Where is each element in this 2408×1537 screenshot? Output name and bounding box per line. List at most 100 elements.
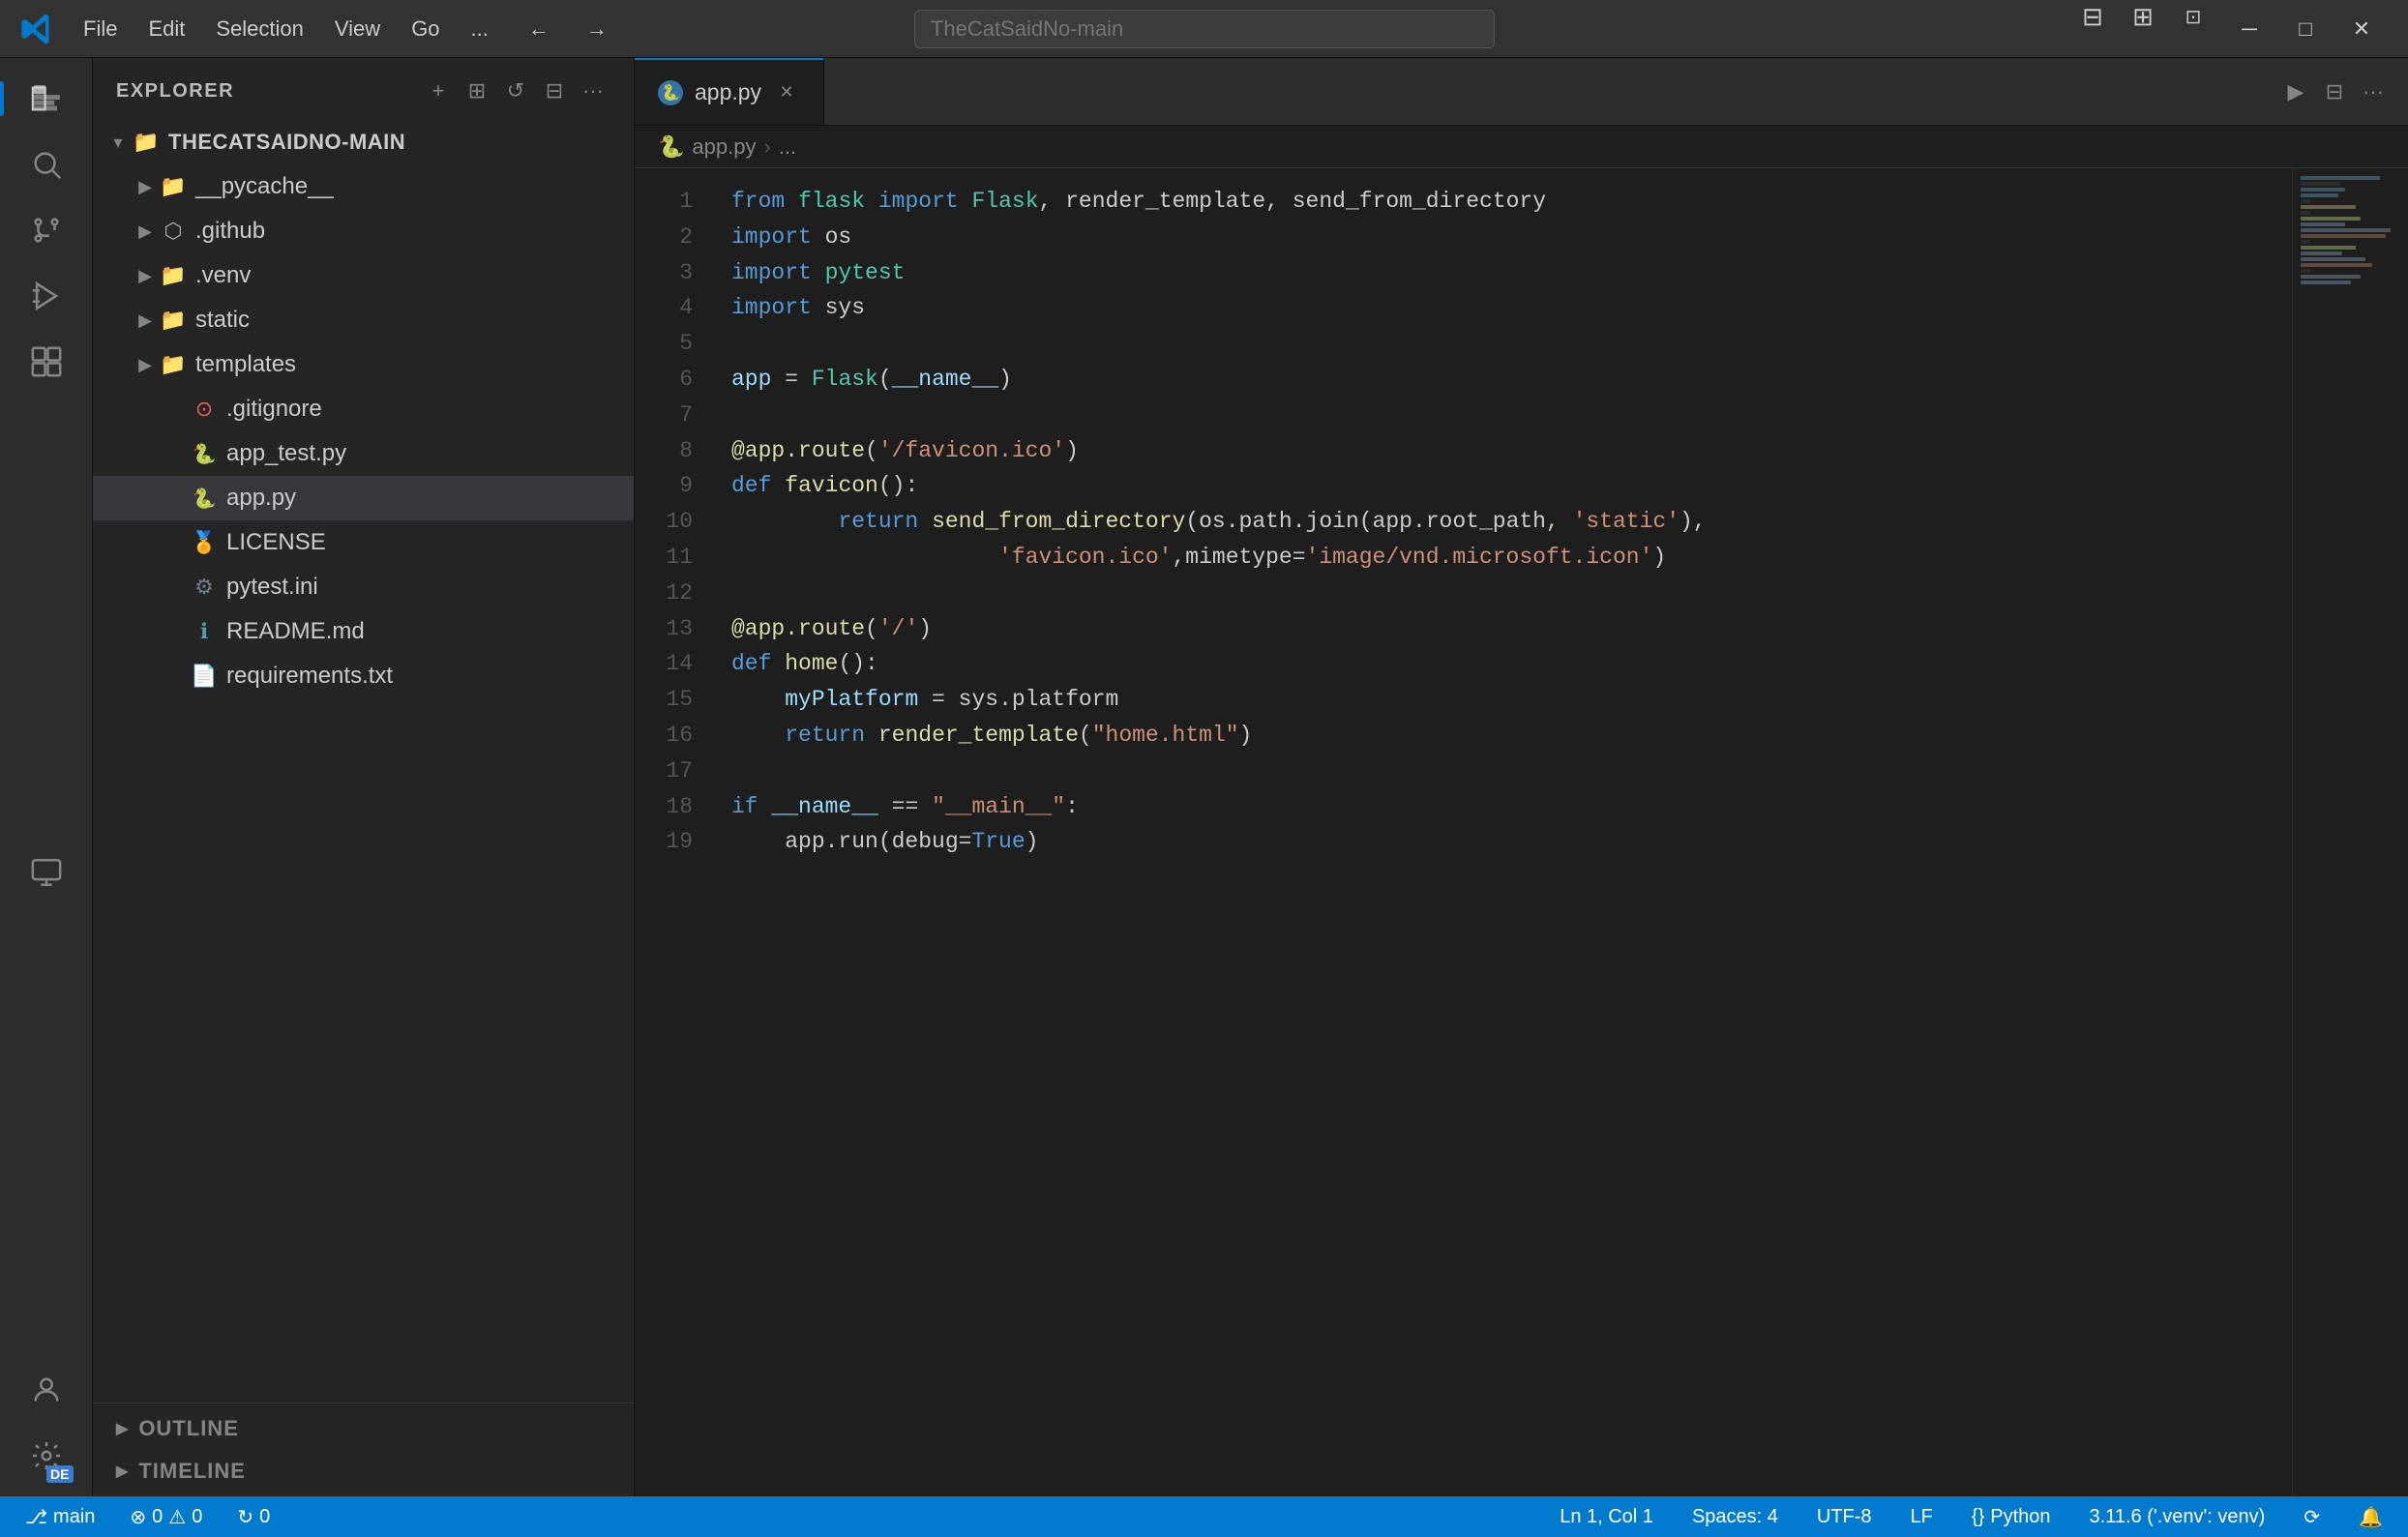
tree-item-pytest-ini[interactable]: ▶ ⚙ pytest.ini xyxy=(93,565,634,609)
language-status[interactable]: {} Python xyxy=(1962,1502,2061,1532)
settings-button[interactable]: DE xyxy=(15,1425,77,1487)
code-token: import xyxy=(731,290,812,326)
line-ending-text: LF xyxy=(1911,1506,1933,1528)
refresh-button[interactable]: ↺ xyxy=(498,74,533,108)
code-token xyxy=(758,789,772,825)
tab-label: app.py xyxy=(695,79,761,105)
tree-root-folder[interactable]: ▾ 📁 THECATSAIDNO-MAIN xyxy=(93,120,634,164)
file-tree: ▾ 📁 THECATSAIDNO-MAIN ▶ 📁 __pycache__ ▶ … xyxy=(93,116,634,1403)
outline-label: OUTLINE xyxy=(138,1416,239,1441)
layout-button[interactable]: ⊞ xyxy=(2122,0,2164,35)
code-editor[interactable]: 12345678910111213141516171819 from flask… xyxy=(635,168,2408,1496)
line-ending-status[interactable]: LF xyxy=(1901,1502,1943,1532)
chevron-right-icon: ▶ xyxy=(132,351,159,378)
menu-selection[interactable]: Selection xyxy=(202,13,317,45)
more-actions-button[interactable]: ··· xyxy=(576,74,610,108)
tree-item-pycache[interactable]: ▶ 📁 __pycache__ xyxy=(93,164,634,209)
breadcrumb-filename[interactable]: app.py xyxy=(692,134,756,160)
tab-app-py[interactable]: 🐍 app.py ✕ xyxy=(635,58,824,125)
search-input[interactable] xyxy=(914,10,1495,48)
tree-item-gitignore[interactable]: ▶ ⊙ .gitignore xyxy=(93,387,634,431)
editor-area: 🐍 app.py ✕ ▶ ⊟ ··· 🐍 app.py › ... 123456… xyxy=(635,58,2408,1496)
account-button[interactable] xyxy=(15,1359,77,1421)
timeline-panel[interactable]: ▶ TIMELINE xyxy=(93,1450,634,1493)
spaces-status[interactable]: Spaces: 4 xyxy=(1682,1502,1788,1532)
encoding-status[interactable]: UTF-8 xyxy=(1807,1502,1882,1532)
nav-back-button[interactable]: ← xyxy=(518,12,560,46)
tree-item-venv[interactable]: ▶ 📁 .venv xyxy=(93,253,634,298)
close-button[interactable]: ✕ xyxy=(2334,0,2389,58)
ini-file-icon: ⚙ xyxy=(190,573,219,602)
activity-explorer[interactable] xyxy=(15,68,77,130)
markdown-file-icon: ℹ xyxy=(190,617,219,646)
code-line xyxy=(731,326,2292,362)
menu-more[interactable]: ... xyxy=(458,13,502,45)
folder-icon: 📁 xyxy=(159,306,188,335)
sidebar: EXPLORER + ⊞ ↺ ⊟ ··· ▾ 📁 THECATSAIDNO-MA… xyxy=(93,58,635,1496)
code-token xyxy=(918,504,932,540)
tree-item-github[interactable]: ▶ ⬡ .github xyxy=(93,209,634,253)
run-button[interactable]: ▶ xyxy=(2276,73,2315,111)
collapse-all-button[interactable]: ⊟ xyxy=(537,74,572,108)
menu-view[interactable]: View xyxy=(321,13,394,45)
activity-remote[interactable] xyxy=(15,842,77,903)
chevron-right-icon: ▶ xyxy=(132,307,159,334)
activity-run-debug[interactable] xyxy=(15,265,77,327)
split-editor-button[interactable]: ⊟ xyxy=(2071,0,2114,35)
branch-icon: ⎇ xyxy=(25,1505,47,1529)
activity-search[interactable] xyxy=(15,133,77,195)
customize-layout-button[interactable]: ⊡ xyxy=(2172,0,2215,35)
code-token: ) xyxy=(1026,824,1039,860)
split-editor-button[interactable]: ⊟ xyxy=(2315,73,2354,111)
code-line xyxy=(731,398,2292,433)
nav-forward-button[interactable]: → xyxy=(576,12,618,46)
menu-file[interactable]: File xyxy=(70,13,131,45)
activity-source-control[interactable] xyxy=(15,199,77,261)
breadcrumb-rest[interactable]: ... xyxy=(779,134,796,160)
python-version-status[interactable]: 3.11.6 ('.venv': venv) xyxy=(2080,1502,2275,1532)
maximize-button[interactable]: □ xyxy=(2278,0,2333,58)
code-token: "__main__" xyxy=(932,789,1065,825)
sync-status[interactable]: ⟳ xyxy=(2294,1501,2330,1533)
code-token: '/favicon.ico' xyxy=(878,433,1065,469)
more-actions-tab-button[interactable]: ··· xyxy=(2354,73,2393,111)
remote-status[interactable]: ↻ 0 xyxy=(227,1501,280,1533)
code-token: render_template xyxy=(878,718,1079,754)
gitignore-file-icon: ⊙ xyxy=(190,395,219,424)
outline-panel[interactable]: ▶ OUTLINE xyxy=(93,1407,634,1450)
tree-item-templates[interactable]: ▶ 📁 templates xyxy=(93,342,634,387)
code-token: def xyxy=(731,646,771,682)
tree-item-license[interactable]: ▶ 🏅 LICENSE xyxy=(93,520,634,565)
tree-item-app[interactable]: ▶ 🐍 app.py xyxy=(93,476,634,520)
menu-edit[interactable]: Edit xyxy=(134,13,198,45)
command-search[interactable] xyxy=(914,10,1495,48)
main-layout: DE EXPLORER + ⊞ ↺ ⊟ ··· ▾ 📁 THECATSAIDNO… xyxy=(0,58,2408,1496)
tree-item-static[interactable]: ▶ 📁 static xyxy=(93,298,634,342)
notification-status[interactable]: 🔔 xyxy=(2349,1501,2393,1533)
tab-close-button[interactable]: ✕ xyxy=(773,79,800,106)
code-line: @app.route('/') xyxy=(731,611,2292,647)
minimap xyxy=(2292,168,2408,1496)
tree-item-readme[interactable]: ▶ ℹ README.md xyxy=(93,609,634,654)
errors-status[interactable]: ⊗ 0 ⚠ 0 xyxy=(120,1501,212,1533)
tree-item-requirements[interactable]: ▶ 📄 requirements.txt xyxy=(93,654,634,698)
new-folder-button[interactable]: ⊞ xyxy=(460,74,494,108)
activity-bar: DE xyxy=(0,58,93,1496)
code-line: return send_from_directory(os.path.join(… xyxy=(731,504,2292,540)
status-bar: ⎇ main ⊗ 0 ⚠ 0 ↻ 0 Ln 1, Col 1 Spaces: 4… xyxy=(0,1496,2408,1537)
minimize-button[interactable]: ─ xyxy=(2222,0,2276,58)
sync-icon: ⟳ xyxy=(2304,1505,2320,1529)
branch-status[interactable]: ⎇ main xyxy=(15,1501,104,1533)
activity-extensions[interactable] xyxy=(15,331,77,393)
code-content[interactable]: from flask import Flask, render_template… xyxy=(712,168,2292,1496)
code-line: if __name__ == "__main__": xyxy=(731,789,2292,825)
menu-go[interactable]: Go xyxy=(398,13,453,45)
tree-item-app-test[interactable]: ▶ 🐍 app_test.py xyxy=(93,431,634,476)
python-tab-icon: 🐍 xyxy=(658,80,683,105)
code-token: , render_template, send_from_directory xyxy=(1039,184,1547,220)
branch-name: main xyxy=(53,1506,95,1528)
file-name-pytest-ini: pytest.ini xyxy=(226,574,318,601)
code-token xyxy=(731,682,785,718)
line-col-status[interactable]: Ln 1, Col 1 xyxy=(1550,1502,1663,1532)
new-file-button[interactable]: + xyxy=(421,74,456,108)
